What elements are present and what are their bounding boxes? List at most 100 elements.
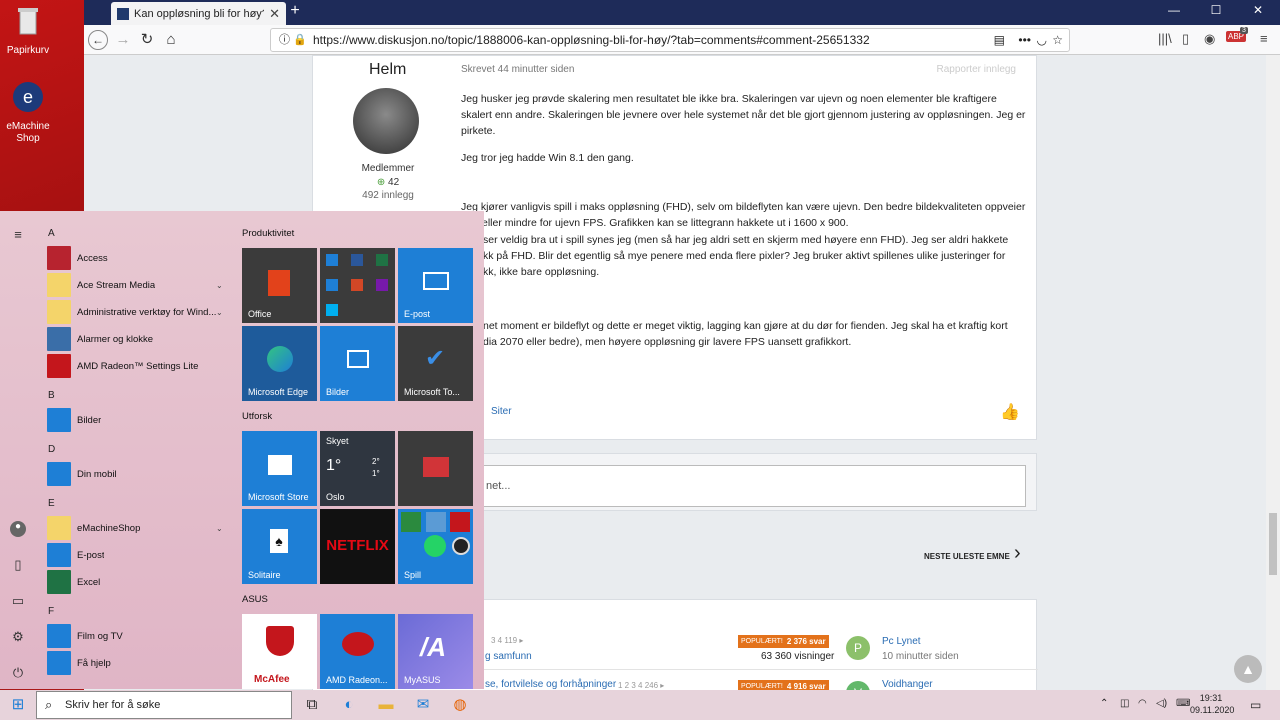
user-icon[interactable]: ● xyxy=(10,521,26,537)
settings-gear-icon[interactable]: ⚙ xyxy=(10,629,26,645)
avatar[interactable]: P xyxy=(846,636,870,660)
forward-button[interactable]: → xyxy=(112,30,134,50)
network-icon[interactable]: ◠ xyxy=(1138,698,1147,709)
app-bilder[interactable]: Bilder xyxy=(47,408,227,432)
reply-input[interactable]: net... xyxy=(483,465,1026,507)
action-center-icon[interactable]: ▭ xyxy=(1250,698,1261,712)
post-timestamp[interactable]: Skrevet 44 minutter siden xyxy=(461,64,574,75)
close-window-button[interactable]: ✕ xyxy=(1238,3,1278,17)
topic-title[interactable]: g samfunn xyxy=(485,651,532,662)
back-button[interactable]: ← xyxy=(88,30,108,50)
letter-header[interactable]: F xyxy=(48,606,54,617)
tile-news[interactable] xyxy=(398,431,473,506)
scroll-top-icon[interactable]: ▲ xyxy=(1234,655,1262,683)
account-icon[interactable]: ◉ xyxy=(1204,31,1215,47)
report-link[interactable]: Rapporter innlegg xyxy=(937,64,1017,75)
clock[interactable]: 19:31 09.11.2020 xyxy=(1190,692,1234,716)
page-actions-icon[interactable]: ••• xyxy=(1018,29,1031,51)
tile-bilder[interactable]: Bilder xyxy=(320,326,395,401)
chevron-down-icon[interactable]: ⌄ xyxy=(216,281,223,290)
topic-pages[interactable]: 3 4 119 ▸ xyxy=(491,636,523,645)
url-bar[interactable]: ⓘ 🔒 https://www.diskusjon.no/topic/18880… xyxy=(270,28,1070,52)
letter-header[interactable]: D xyxy=(48,444,55,455)
search-input[interactable]: ⌕ Skriv her for å søke xyxy=(36,691,292,719)
post-author[interactable]: Helm xyxy=(369,61,406,79)
chevron-right-icon[interactable]: › xyxy=(1014,542,1021,565)
tile-myasus[interactable]: /A MyASUS xyxy=(398,614,473,689)
group-header[interactable]: Utforsk xyxy=(242,411,272,422)
close-tab-icon[interactable]: ✕ xyxy=(269,6,280,22)
app-film-tv[interactable]: Film og TV xyxy=(47,624,227,648)
next-unread-link[interactable]: NESTE ULESTE EMNE xyxy=(924,552,1010,561)
quote-button[interactable]: Siter xyxy=(491,406,512,417)
bookmark-star-icon[interactable]: ☆ xyxy=(1052,29,1063,51)
app-amd-radeon[interactable]: AMD Radeon™ Settings Lite xyxy=(47,354,227,378)
tile-office[interactable]: Office xyxy=(242,248,317,323)
sidebar-icon[interactable]: ▯ xyxy=(1182,31,1189,47)
tile-netflix[interactable]: NETFLIX xyxy=(320,509,395,584)
menu-icon[interactable]: ≡ xyxy=(1260,31,1268,46)
tile-mcafee[interactable]: McAfee xyxy=(242,614,317,689)
new-tab-button[interactable]: + xyxy=(284,2,306,20)
tab-active[interactable]: Kan oppløsning bli for høy? - S ✕ xyxy=(111,2,286,25)
app-get-help[interactable]: Få hjelp xyxy=(47,651,227,675)
app-excel[interactable]: Excel xyxy=(47,570,227,594)
tile-office-apps[interactable] xyxy=(320,248,395,323)
last-poster[interactable]: Pc Lynet xyxy=(882,636,921,647)
group-header[interactable]: Produktivitet xyxy=(242,228,294,239)
documents-icon[interactable]: ▯ xyxy=(10,557,26,573)
power-icon[interactable]: ⏻ xyxy=(10,665,26,681)
tile-store[interactable]: Microsoft Store xyxy=(242,431,317,506)
avatar[interactable] xyxy=(353,88,419,154)
tile-solitaire[interactable]: ♠ Solitaire xyxy=(242,509,317,584)
windows-start-icon[interactable]: ⊞ xyxy=(8,695,28,715)
tile-e-post[interactable]: E-post xyxy=(398,248,473,323)
avatar[interactable]: V xyxy=(846,681,870,690)
app-din-mobil[interactable]: Din mobil xyxy=(47,462,227,486)
recycle-bin-shortcut[interactable]: Papirkurv xyxy=(4,4,52,57)
chevron-down-icon[interactable]: ⌄ xyxy=(216,524,223,533)
page-scrollbar[interactable] xyxy=(1266,55,1280,690)
letter-header[interactable]: E xyxy=(48,498,55,509)
letter-header[interactable]: B xyxy=(48,390,55,401)
library-icon[interactable]: |||\ xyxy=(1158,31,1172,46)
edge-icon[interactable]: ◐ xyxy=(339,695,359,715)
tile-edge[interactable]: Microsoft Edge xyxy=(242,326,317,401)
home-button[interactable]: ⌂ xyxy=(160,30,182,50)
mail-icon[interactable]: ✉ xyxy=(413,695,433,715)
reader-view-icon[interactable]: ▤ xyxy=(994,29,1005,51)
app-admin-tools[interactable]: Administrative verktøy for Wind... xyxy=(47,300,227,324)
maximize-button[interactable]: ☐ xyxy=(1196,3,1236,17)
file-explorer-icon[interactable]: ▬ xyxy=(376,695,396,715)
volume-icon[interactable]: ◁) xyxy=(1156,698,1167,709)
app-ace-stream[interactable]: Ace Stream Media xyxy=(47,273,227,297)
group-header[interactable]: ASUS xyxy=(242,594,268,605)
topic-title[interactable]: se, fortvilelse og forhåpninger xyxy=(485,679,616,690)
tray-app-icon[interactable]: ◫ xyxy=(1120,698,1129,709)
app-emachineshop[interactable]: eMachineShop xyxy=(47,516,227,540)
hamburger-icon[interactable]: ≡ xyxy=(10,227,26,243)
task-view-icon[interactable]: ⧉ xyxy=(302,695,322,715)
topic-pages[interactable]: 1 2 3 4 246 ▸ xyxy=(618,681,664,690)
tray-chevron-up-icon[interactable]: ⌃ xyxy=(1100,698,1108,709)
chevron-down-icon[interactable]: ⌄ xyxy=(216,308,223,317)
reload-button[interactable]: ↻ xyxy=(136,30,158,50)
scrollbar-thumb[interactable] xyxy=(1269,513,1277,575)
tile-spill[interactable]: Spill xyxy=(398,509,473,584)
app-alarms[interactable]: Alarmer og klokke xyxy=(47,327,227,351)
tile-todo[interactable]: ✔ Microsoft To... xyxy=(398,326,473,401)
minimize-button[interactable]: — xyxy=(1154,3,1194,17)
emachineshop-shortcut[interactable]: e eMachine Shop xyxy=(4,80,52,145)
site-info-icon[interactable]: ⓘ 🔒 xyxy=(279,29,307,51)
letter-header[interactable]: A xyxy=(48,228,55,239)
pictures-icon[interactable]: ▭ xyxy=(10,593,26,609)
firefox-icon[interactable]: ◍ xyxy=(450,695,470,715)
keyboard-icon[interactable]: ⌨ xyxy=(1176,698,1190,709)
app-access[interactable]: Access xyxy=(47,246,227,270)
like-icon[interactable]: 👍 xyxy=(1000,402,1020,422)
tile-amd-radeon[interactable]: AMD Radeon... xyxy=(320,614,395,689)
last-poster[interactable]: Voidhanger xyxy=(882,679,933,690)
app-e-post[interactable]: E-post xyxy=(47,543,227,567)
pocket-icon[interactable]: ◡ xyxy=(1037,29,1047,51)
tile-weather[interactable]: Skyet 1° 2° 1° Oslo xyxy=(320,431,395,506)
